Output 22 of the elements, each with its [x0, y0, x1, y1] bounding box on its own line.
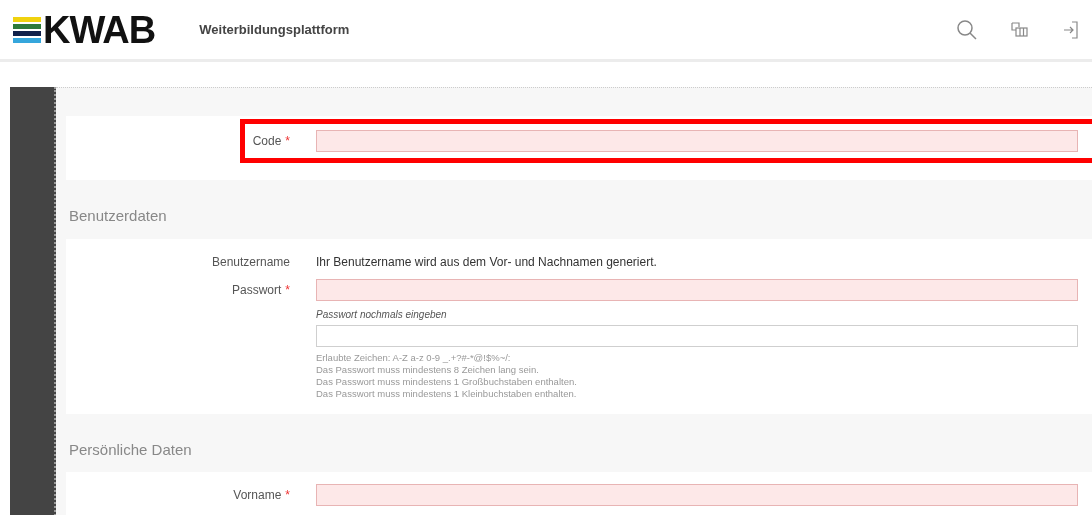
- logo-text: KWAB: [43, 10, 156, 49]
- input-field[interactable]: [316, 130, 1078, 152]
- field-label: Passwort: [231, 281, 282, 299]
- logo-stripes-icon: [13, 15, 41, 44]
- field-label: Passwort nochmals eingeben: [316, 307, 448, 322]
- required-mark: *: [285, 133, 290, 150]
- required-mark: *: [285, 487, 290, 504]
- input-field[interactable]: [316, 484, 1078, 506]
- required-mark: *: [285, 281, 290, 299]
- section-title: Benutzerdaten: [68, 206, 168, 226]
- field-label: Code: [252, 133, 282, 150]
- section-title: Persönliche Daten: [68, 439, 193, 460]
- input-field[interactable]: [316, 324, 1078, 347]
- hint-text: Erlaubte Zeichen: A-Z a-z 0-9 _.+?#-*@!$%~/:: [316, 351, 512, 364]
- site-title: Weiterbildungsplattform: [199, 20, 350, 39]
- hint-text: Das Passwort muss mindestens 8 Zeichen lang sein.: [316, 363, 540, 376]
- input-field[interactable]: [316, 278, 1078, 301]
- field-label: Benutzername: [211, 253, 290, 271]
- hint-text: Das Passwort muss mindestens 1 Großbuchstaben enthalten.: [316, 375, 578, 388]
- field-value: Ihr Benutzername wird aus dem Vor- und Nachnamen generiert.: [316, 253, 657, 271]
- hint-text: Das Passwort muss mindestens 1 Kleinbuchstaben enthalten.: [316, 387, 578, 400]
- field-label: Vorname: [233, 487, 282, 504]
